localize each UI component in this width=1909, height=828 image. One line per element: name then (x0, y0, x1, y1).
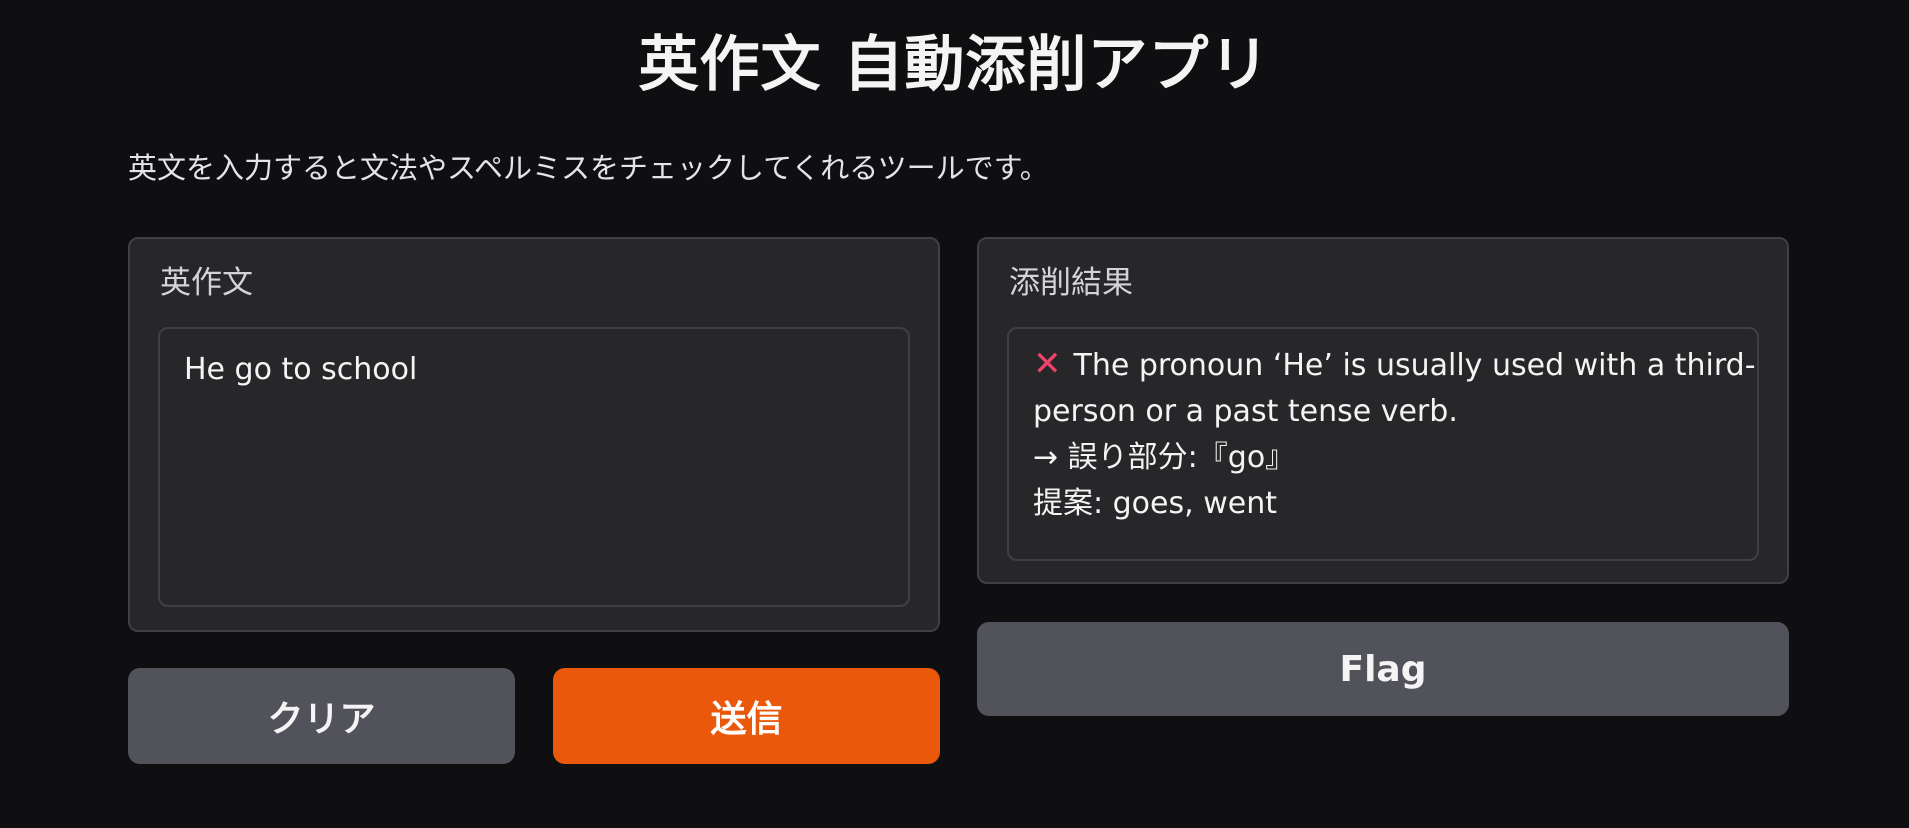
output-panel-label: 添削結果 (1009, 265, 1133, 301)
input-panel-label: 英作文 (160, 265, 253, 301)
result-line: person or a past tense verb. (1033, 394, 1458, 429)
result-line: ✕ The pronoun ‘He’ is usually used with a… (1033, 341, 1756, 389)
essay-input[interactable]: He go to school (158, 327, 910, 607)
input-panel: 英作文 He go to school (128, 237, 940, 632)
result-line: → 誤り部分:『go』 (1033, 440, 1296, 475)
correction-result: ✕ The pronoun ‘He’ is usually used with a… (1007, 327, 1759, 561)
submit-button[interactable]: 送信 (553, 668, 940, 764)
clear-button[interactable]: クリア (128, 668, 515, 764)
flag-button[interactable]: Flag (977, 622, 1789, 716)
app-description: 英文を入力すると文法やスペルミスをチェックしてくれるツールです。 (128, 151, 1049, 185)
result-text: The pronoun ‘He’ is usually used with a … (1073, 348, 1756, 383)
app-title: 英作文 自動添削アプリ (638, 30, 1271, 100)
cross-mark-icon: ✕ (1033, 344, 1062, 384)
output-panel: 添削結果 ✕ The pronoun ‘He’ is usually used w… (977, 237, 1789, 584)
result-line: 提案: goes, went (1033, 486, 1277, 521)
